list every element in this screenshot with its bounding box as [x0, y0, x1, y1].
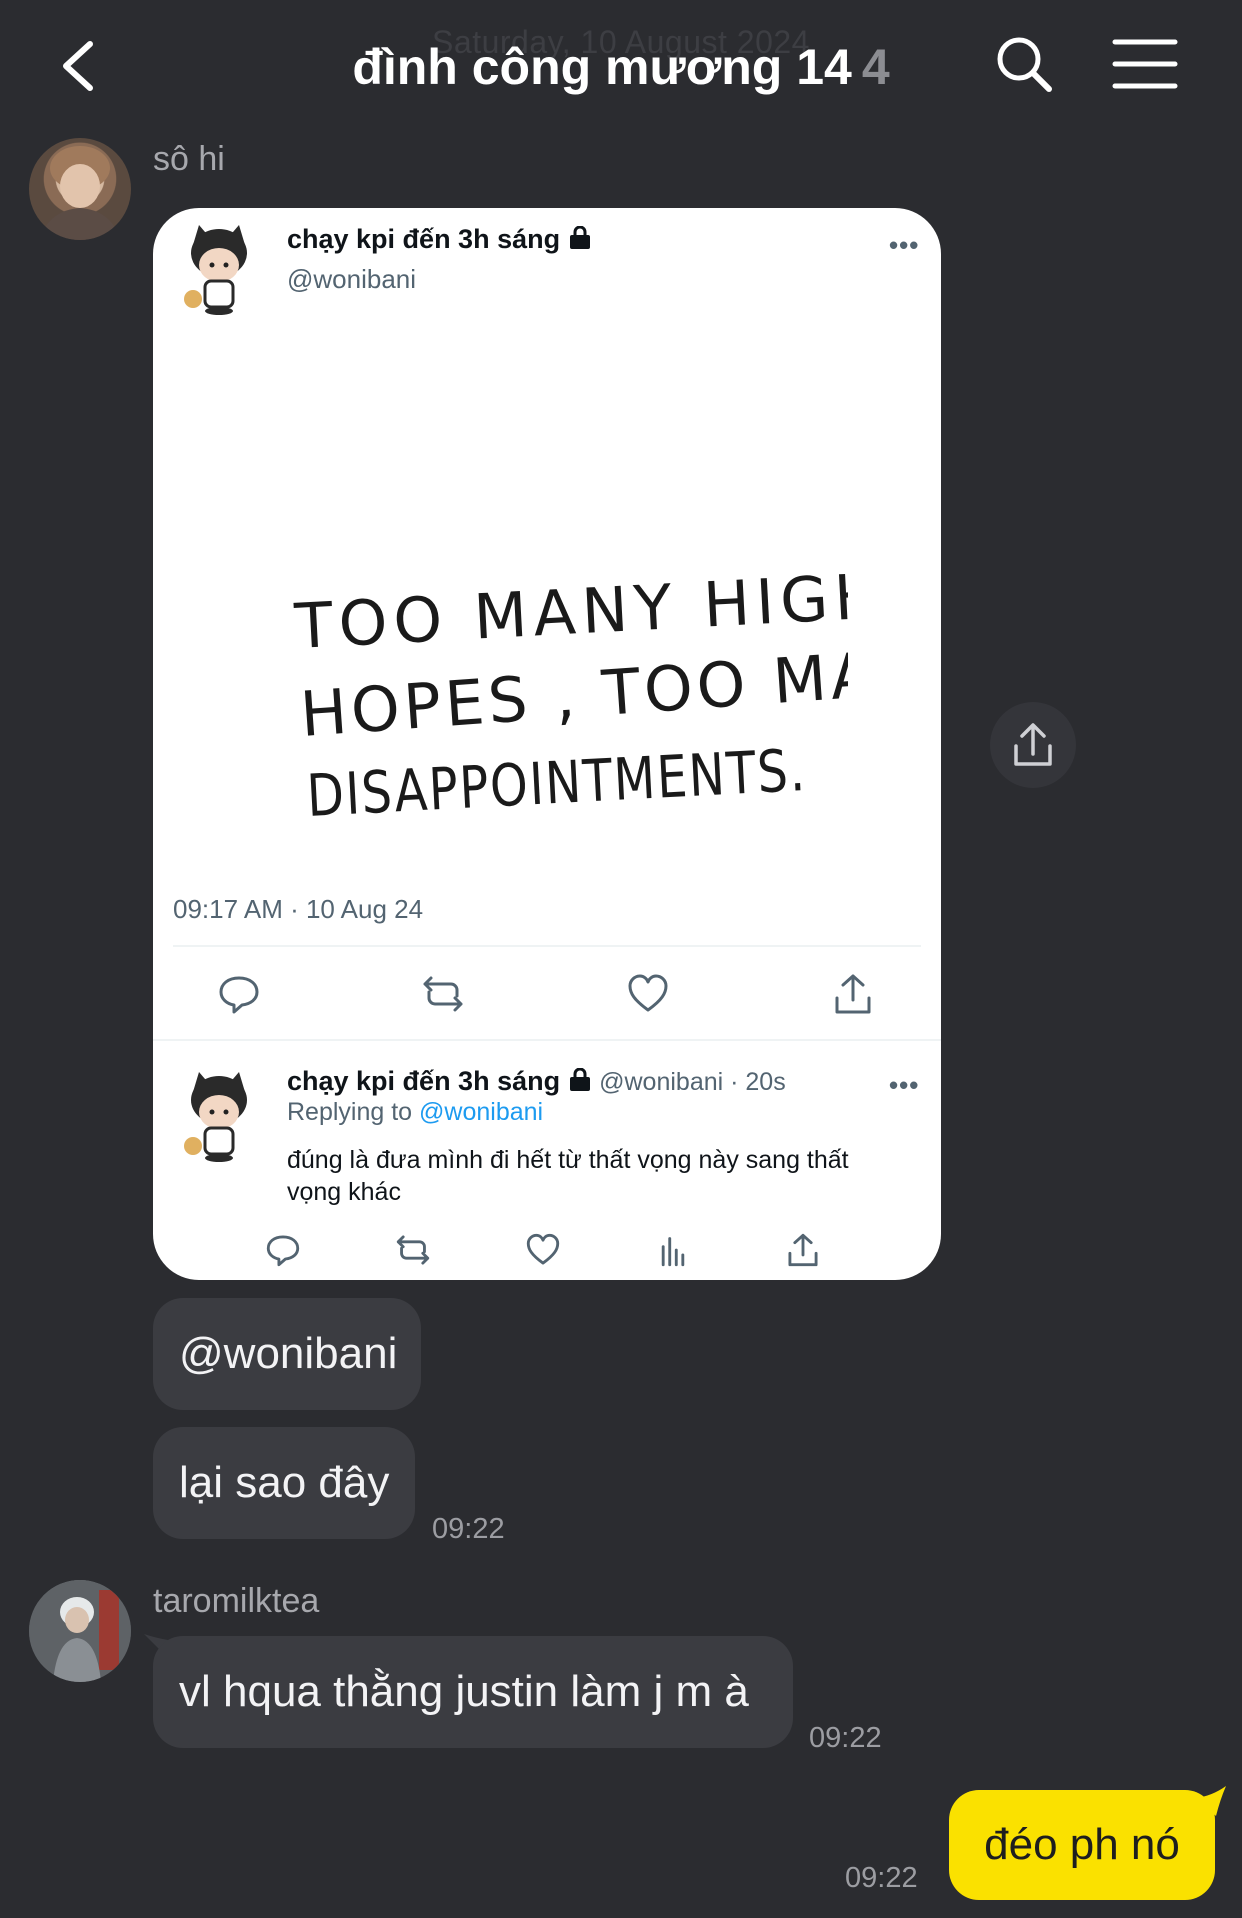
lock-icon: [569, 225, 590, 249]
tweet-handle[interactable]: @wonibani: [287, 264, 416, 295]
my-message-bubble[interactable]: đéo ph nó: [949, 1790, 1215, 1900]
lock-icon: [569, 1067, 590, 1091]
tweet-image[interactable]: TOO MANY HIGH HOPES , TOO MANY DISAPPOIN…: [288, 488, 848, 948]
share-icon[interactable]: [831, 972, 875, 1016]
chat-title-wrap: đình công mương 14 4: [0, 38, 1242, 96]
message-time: 09:22: [432, 1513, 505, 1545]
tweet-screenshot-card[interactable]: chạy kpi đến 3h sáng @wonibani ••• TOO M…: [153, 208, 941, 1280]
tweet-display-name: chạy kpi đến 3h sáng: [287, 224, 592, 255]
avatar[interactable]: [29, 138, 131, 240]
analytics-icon[interactable]: [655, 1232, 691, 1268]
more-options-icon[interactable]: •••: [889, 230, 919, 261]
reply-icon[interactable]: [265, 1232, 301, 1268]
replying-to-line: Replying to @wonibani: [287, 1098, 543, 1127]
avatar[interactable]: [29, 1580, 131, 1682]
retweet-icon[interactable]: [421, 972, 465, 1016]
chat-title: đình công mương 14: [352, 39, 852, 95]
message-bubble[interactable]: lại sao đây: [153, 1427, 415, 1539]
menu-button[interactable]: [1112, 36, 1178, 92]
handwritten-line-3: DISAPPOINTMENTS.: [305, 736, 808, 830]
cat-doll-avatar-icon: [184, 225, 247, 315]
tweet-timestamp[interactable]: 09:17 AM · 10 Aug 24: [173, 894, 423, 925]
cat-doll-avatar-icon: [184, 1072, 247, 1162]
profile-photo-icon: [39, 146, 121, 240]
hamburger-menu-icon: [1112, 39, 1178, 89]
divider: [153, 1039, 941, 1041]
reply-display-name-text: chạy kpi đến 3h sáng: [287, 1066, 561, 1096]
sender-name: sô hi: [153, 140, 225, 178]
more-options-icon[interactable]: •••: [889, 1070, 919, 1101]
reply-icon[interactable]: [217, 972, 261, 1016]
forward-share-button[interactable]: [990, 702, 1076, 788]
profile-photo-icon: [29, 1580, 131, 1682]
share-icon: [1014, 723, 1052, 766]
like-icon[interactable]: [626, 972, 670, 1016]
message-time: 09:22: [809, 1722, 882, 1754]
reply-display-name: chạy kpi đến 3h sáng @wonibani · 20s: [287, 1066, 786, 1097]
message-bubble[interactable]: @wonibani: [153, 1298, 421, 1410]
sender-name: taromilktea: [153, 1582, 320, 1620]
replying-to-label: Replying to: [287, 1098, 413, 1126]
message-bubble[interactable]: vl hqua thằng justin làm j m à: [153, 1636, 793, 1748]
reply-handle-time: @wonibani · 20s: [599, 1068, 786, 1096]
tweet-display-name-text: chạy kpi đến 3h sáng: [287, 224, 561, 254]
message-time: 09:22: [845, 1862, 918, 1894]
like-icon[interactable]: [525, 1232, 561, 1268]
replying-to-handle[interactable]: @wonibani: [419, 1098, 543, 1126]
member-count: 4: [861, 39, 890, 95]
chat-header: Saturday, 10 August 2024 đình công mương…: [0, 0, 1242, 132]
share-icon[interactable]: [785, 1232, 821, 1268]
reply-body: đúng là đưa mình đi hết từ thất vọng này…: [287, 1146, 849, 1206]
search-button[interactable]: [994, 34, 1054, 94]
retweet-icon[interactable]: [395, 1232, 431, 1268]
divider: [173, 945, 921, 947]
search-icon: [997, 37, 1052, 92]
